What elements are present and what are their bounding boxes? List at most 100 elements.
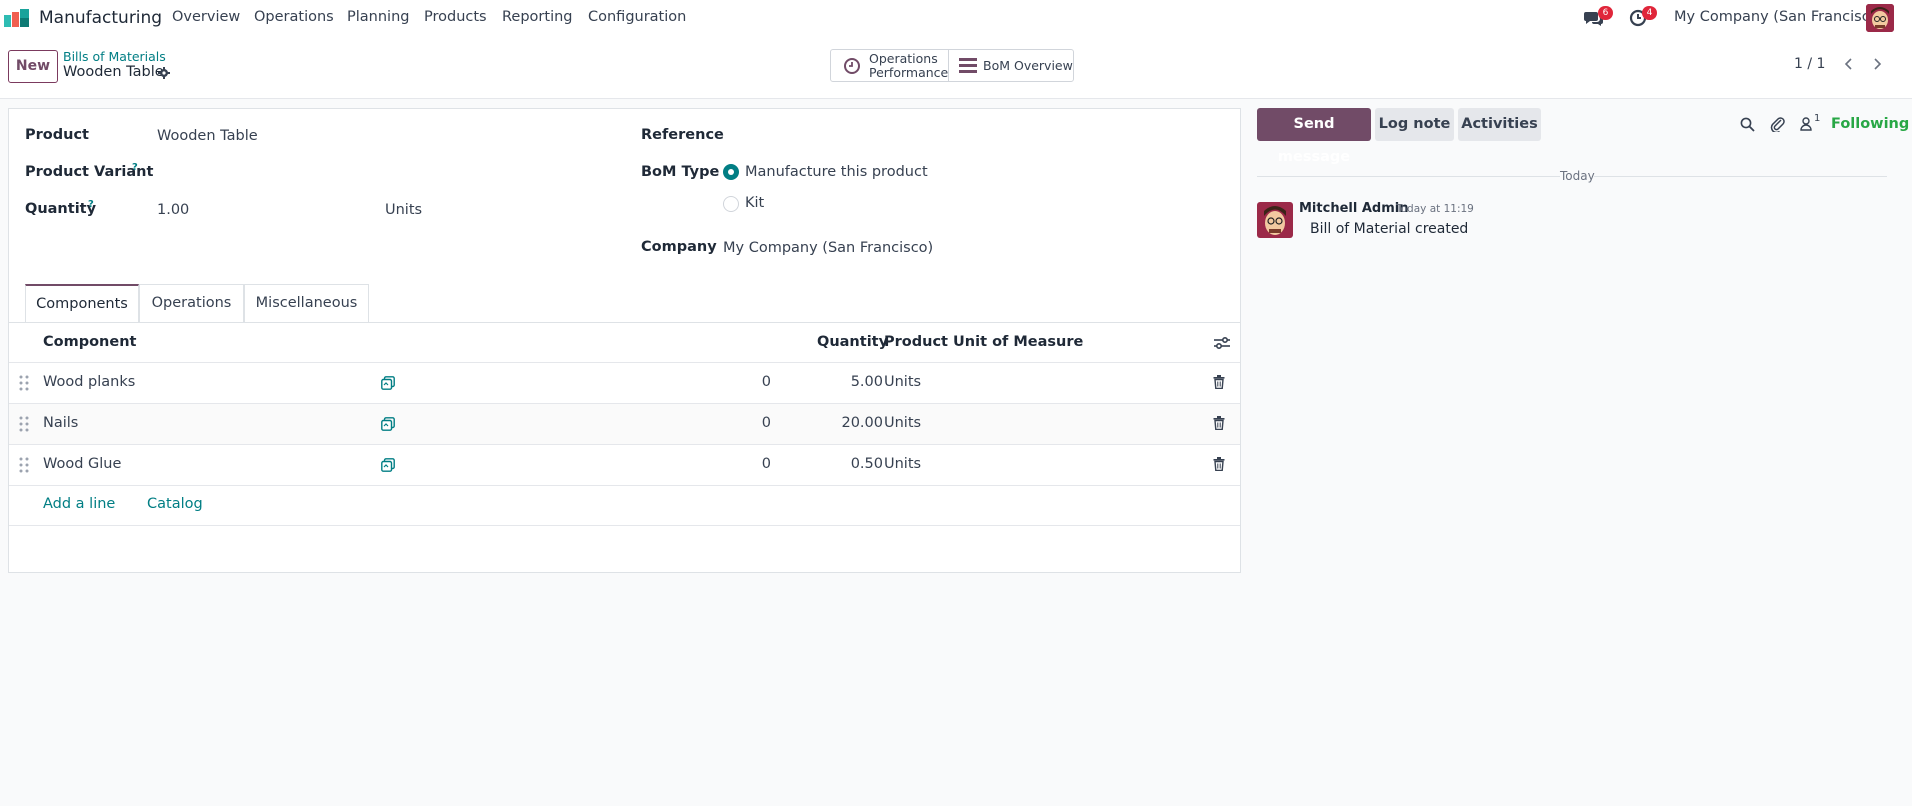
trash-icon[interactable] — [1213, 457, 1225, 471]
form-sheet: Product Wooden Table Product Variant ? Q… — [8, 108, 1241, 573]
component-uom[interactable]: Units — [884, 456, 921, 472]
operations-performance-button[interactable]: Operations Performance — [831, 50, 949, 81]
message-author-avatar[interactable] — [1257, 202, 1293, 238]
search-icon[interactable] — [1740, 117, 1755, 132]
new-button[interactable]: New — [8, 50, 58, 83]
drag-handle-icon[interactable] — [19, 457, 29, 473]
quantity-label: Quantity — [25, 201, 97, 217]
bom-type-label: BoM Type — [641, 164, 720, 180]
reference-label: Reference — [641, 127, 724, 143]
following-button[interactable]: Following — [1831, 116, 1909, 132]
message-body: Bill of Material created — [1310, 221, 1469, 237]
control-panel: New Bills of Materials Wooden Table Oper… — [0, 36, 1912, 99]
drag-handle-icon[interactable] — [19, 375, 29, 391]
record-title: Wooden Table — [63, 64, 164, 80]
followers-button[interactable]: 1 — [1800, 113, 1824, 133]
message-author[interactable]: Mitchell Admin — [1299, 201, 1408, 216]
smart-buttons: Operations Performance BoM Overview — [830, 49, 1074, 82]
tab-miscellaneous[interactable]: Miscellaneous — [244, 284, 369, 322]
tab-operations[interactable]: Operations — [139, 284, 244, 322]
company-field[interactable]: My Company (San Francisco) — [723, 240, 933, 256]
col-header-quantity[interactable]: Quantity — [817, 334, 888, 350]
menu-configuration[interactable]: Configuration — [588, 9, 686, 25]
avatar-face-icon — [1257, 202, 1293, 238]
quantity-field[interactable]: 1.00 — [157, 202, 189, 218]
pager-next-button[interactable] — [1866, 51, 1890, 77]
bom-overview-button[interactable]: BoM Overview — [949, 50, 1073, 81]
product-label: Product — [25, 127, 89, 143]
activities-badge: 4 — [1642, 6, 1657, 20]
menu-reporting[interactable]: Reporting — [502, 9, 573, 25]
gear-icon[interactable] — [158, 67, 170, 79]
tab-components[interactable]: Components — [25, 284, 139, 322]
bom-overview-label: BoM Overview — [983, 58, 1073, 73]
table-row[interactable]: Wood Glue 0 0.50 Units — [9, 445, 1240, 485]
component-uom[interactable]: Units — [884, 374, 921, 390]
radio-manufacture[interactable] — [723, 164, 739, 180]
product-variant-field[interactable] — [157, 159, 607, 183]
company-switcher[interactable]: My Company (San Francisco) — [1674, 9, 1884, 25]
send-message-button[interactable]: Send message — [1257, 108, 1371, 165]
chevron-left-icon — [1844, 58, 1852, 70]
app-name[interactable]: Manufacturing — [39, 8, 162, 28]
forecast-report-icon[interactable] — [381, 376, 395, 390]
pager-previous-button[interactable] — [1836, 51, 1860, 77]
row-divider — [9, 485, 1240, 486]
component-quantity[interactable]: 0.50 — [799, 456, 883, 472]
add-line-link[interactable]: Add a line — [43, 496, 115, 512]
user-icon — [1800, 117, 1812, 131]
tabs-baseline — [9, 322, 1240, 323]
radio-kit[interactable] — [723, 196, 739, 212]
col-header-uom[interactable]: Product Unit of Measure — [884, 334, 1083, 350]
list-bars-icon — [959, 58, 977, 73]
quantity-help-tooltip[interactable]: ? — [88, 199, 94, 210]
forecast-report-icon[interactable] — [381, 458, 395, 472]
quantity-uom-field[interactable]: Units — [385, 202, 422, 218]
followers-count: 1 — [1814, 113, 1821, 124]
company-label: Company — [641, 239, 717, 255]
component-availability: 0 — [761, 415, 771, 431]
table-row[interactable]: Nails 0 20.00 Units — [9, 404, 1240, 444]
paperclip-icon[interactable] — [1770, 116, 1785, 132]
activities-button[interactable]: Activities — [1458, 108, 1541, 141]
chevron-right-icon — [1874, 58, 1882, 70]
menu-products[interactable]: Products — [424, 9, 487, 25]
date-separator-line-right — [1594, 176, 1887, 177]
ops-performance-line1: Operations — [869, 51, 938, 66]
ops-performance-line2: Performance — [869, 65, 949, 80]
col-header-component[interactable]: Component — [43, 334, 136, 350]
date-separator: Today — [1560, 169, 1595, 183]
component-name[interactable]: Wood Glue — [43, 456, 121, 472]
avatar-face-icon — [1866, 4, 1894, 32]
date-separator-line-left — [1257, 176, 1560, 177]
component-quantity[interactable]: 5.00 — [799, 374, 883, 390]
component-quantity[interactable]: 20.00 — [799, 415, 883, 431]
component-availability: 0 — [761, 456, 771, 472]
radio-kit-label[interactable]: Kit — [745, 195, 764, 211]
component-uom[interactable]: Units — [884, 415, 921, 431]
component-availability: 0 — [761, 374, 771, 390]
table-row[interactable]: Wood planks 0 5.00 Units — [9, 363, 1240, 403]
drag-handle-icon[interactable] — [19, 416, 29, 432]
forecast-report-icon[interactable] — [381, 417, 395, 431]
trash-icon[interactable] — [1213, 416, 1225, 430]
menu-planning[interactable]: Planning — [347, 9, 409, 25]
menu-operations[interactable]: Operations — [254, 9, 334, 25]
component-name[interactable]: Wood planks — [43, 374, 135, 390]
top-navbar: Manufacturing Overview Operations Planni… — [0, 0, 1912, 36]
trash-icon[interactable] — [1213, 375, 1225, 389]
product-field[interactable]: Wooden Table — [157, 128, 258, 144]
optional-columns-toggle-icon[interactable] — [1214, 336, 1230, 350]
breadcrumb-bills-of-materials[interactable]: Bills of Materials — [63, 49, 166, 64]
component-name[interactable]: Nails — [43, 415, 78, 431]
log-note-button[interactable]: Log note — [1375, 108, 1454, 141]
variant-help-tooltip[interactable]: ? — [132, 162, 138, 173]
pager-value[interactable]: 1 / 1 — [1794, 56, 1825, 72]
menu-overview[interactable]: Overview — [172, 9, 240, 25]
catalog-link[interactable]: Catalog — [147, 496, 203, 512]
table-footer-divider — [9, 525, 1240, 526]
radio-manufacture-label[interactable]: Manufacture this product — [745, 164, 928, 180]
manufacturing-app-icon[interactable] — [4, 9, 30, 27]
user-avatar[interactable] — [1866, 4, 1894, 32]
reference-field[interactable] — [723, 123, 1223, 147]
